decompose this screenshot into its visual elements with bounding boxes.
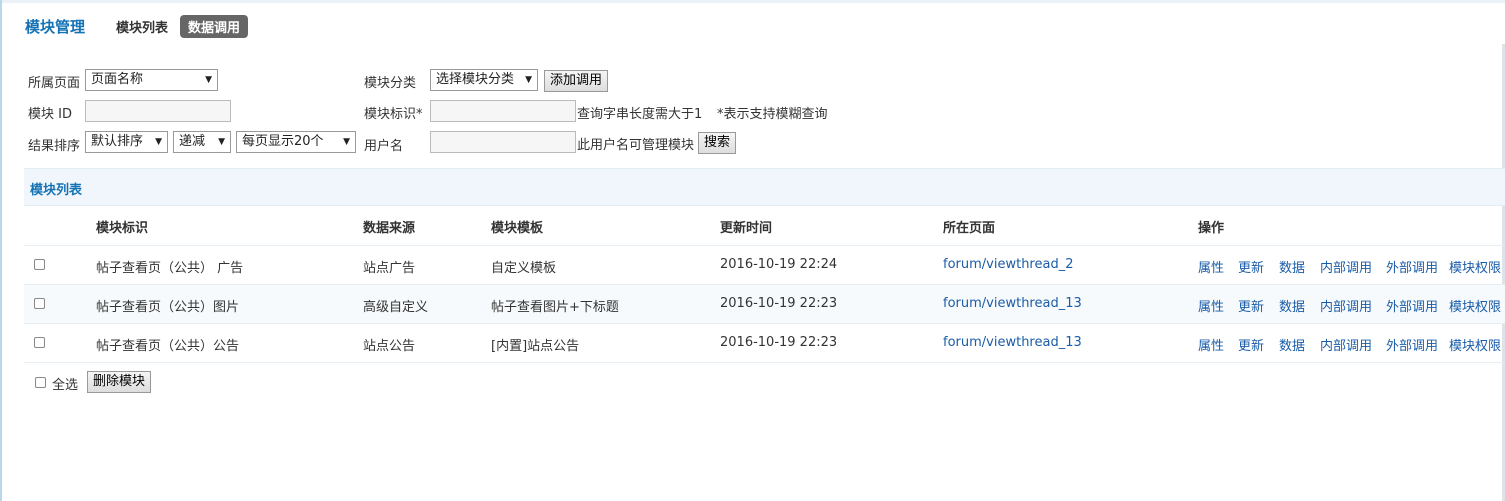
left-frame-border: [0, 0, 2, 501]
page-select[interactable]: 页面名称 ▼: [85, 69, 218, 91]
action-external-call[interactable]: 外部调用: [1386, 257, 1438, 276]
row-checkbox[interactable]: [34, 259, 45, 270]
cell-updated: 2016-10-19 22:23: [720, 335, 838, 350]
action-update[interactable]: 更新: [1238, 296, 1264, 315]
action-update[interactable]: 更新: [1238, 257, 1264, 276]
action-update[interactable]: 更新: [1238, 335, 1264, 354]
tab-data-call[interactable]: 数据调用: [180, 14, 249, 38]
category-label: 模块分类: [364, 76, 417, 91]
delete-module-button[interactable]: 删除模块: [87, 371, 152, 393]
chevron-down-icon: ▼: [155, 137, 162, 147]
action-properties[interactable]: 属性: [1198, 257, 1224, 276]
cell-updated: 2016-10-19 22:23: [720, 296, 838, 311]
select-all-label: 全选: [52, 378, 79, 393]
list-header-bar: 模块列表: [24, 168, 1505, 206]
chevron-down-icon: ▼: [218, 137, 225, 147]
column-header-tag: 模块标识: [96, 221, 149, 236]
action-permissions[interactable]: 模块权限: [1449, 296, 1501, 315]
column-header-template: 模块模板: [491, 221, 544, 236]
cell-source: 站点广告: [363, 261, 416, 276]
cell-template: 帖子查看图片+下标题: [491, 300, 619, 315]
action-data[interactable]: 数据: [1279, 335, 1305, 354]
top-border: [0, 0, 1505, 3]
page-label: 所属页面: [28, 76, 81, 91]
module-id-label: 模块 ID: [28, 107, 72, 122]
search-button[interactable]: 搜索: [698, 132, 737, 154]
sort-label: 结果排序: [28, 139, 81, 154]
column-header-actions: 操作: [1198, 221, 1225, 236]
column-header-page: 所在页面: [943, 221, 996, 236]
action-properties[interactable]: 属性: [1198, 296, 1224, 315]
action-external-call[interactable]: 外部调用: [1386, 335, 1438, 354]
action-internal-call[interactable]: 内部调用: [1320, 257, 1372, 276]
list-title: 模块列表: [30, 183, 83, 198]
cell-source: 高级自定义: [363, 300, 429, 315]
action-data[interactable]: 数据: [1279, 257, 1305, 276]
action-permissions[interactable]: 模块权限: [1449, 257, 1501, 276]
cell-page-link[interactable]: forum/viewthread_13: [943, 335, 1082, 350]
page-header: 模块管理 模块列表 数据调用: [25, 14, 260, 38]
add-call-button[interactable]: 添加调用: [544, 70, 609, 92]
table-row: 帖子查看页（公共）公告 站点公告 [内置]站点公告 2016-10-19 22:…: [24, 324, 1505, 363]
select-all-checkbox[interactable]: [35, 377, 46, 388]
chevron-down-icon: ▼: [525, 75, 532, 85]
table-row: 帖子查看页（公共） 广告 站点广告 自定义模板 2016-10-19 22:24…: [24, 246, 1505, 285]
chevron-down-icon: ▼: [205, 75, 212, 85]
username-label: 用户名: [364, 139, 404, 154]
module-tag-label: 模块标识*: [364, 107, 423, 122]
action-external-call[interactable]: 外部调用: [1386, 296, 1438, 315]
page-title: 模块管理: [25, 17, 86, 36]
action-internal-call[interactable]: 内部调用: [1320, 335, 1372, 354]
query-hint: 查询字串长度需大于1: [577, 107, 703, 122]
fuzzy-hint: *表示支持模糊查询: [717, 107, 828, 122]
column-header-source: 数据来源: [363, 221, 416, 236]
cell-source: 站点公告: [363, 339, 416, 354]
cell-page-link[interactable]: forum/viewthread_13: [943, 296, 1082, 311]
action-permissions[interactable]: 模块权限: [1449, 335, 1501, 354]
chevron-down-icon: ▼: [343, 137, 350, 147]
cell-tag: 帖子查看页（公共）公告: [96, 339, 240, 354]
cell-template: 自定义模板: [491, 261, 557, 276]
module-tag-input[interactable]: [430, 100, 576, 122]
tab-module-list[interactable]: 模块列表: [116, 17, 168, 36]
perpage-select[interactable]: 每页显示20个 ▼: [236, 131, 356, 153]
cell-tag: 帖子查看页（公共）图片: [96, 300, 240, 315]
action-internal-call[interactable]: 内部调用: [1320, 296, 1372, 315]
cell-tag: 帖子查看页（公共） 广告: [96, 261, 244, 276]
table-row: 帖子查看页（公共）图片 高级自定义 帖子查看图片+下标题 2016-10-19 …: [24, 285, 1505, 324]
row-checkbox[interactable]: [34, 298, 45, 309]
cell-updated: 2016-10-19 22:24: [720, 257, 838, 272]
column-header-updated: 更新时间: [720, 221, 773, 236]
username-hint: 此用户名可管理模块: [577, 138, 695, 153]
username-input[interactable]: [430, 131, 576, 153]
sort-select[interactable]: 默认排序 ▼: [85, 131, 168, 153]
order-select[interactable]: 递减 ▼: [173, 131, 231, 153]
module-id-input[interactable]: [85, 100, 231, 122]
action-properties[interactable]: 属性: [1198, 335, 1224, 354]
action-data[interactable]: 数据: [1279, 296, 1305, 315]
cell-page-link[interactable]: forum/viewthread_2: [943, 257, 1073, 272]
cell-template: [内置]站点公告: [491, 339, 580, 354]
category-select[interactable]: 选择模块分类 ▼: [430, 69, 538, 91]
row-checkbox[interactable]: [34, 337, 45, 348]
